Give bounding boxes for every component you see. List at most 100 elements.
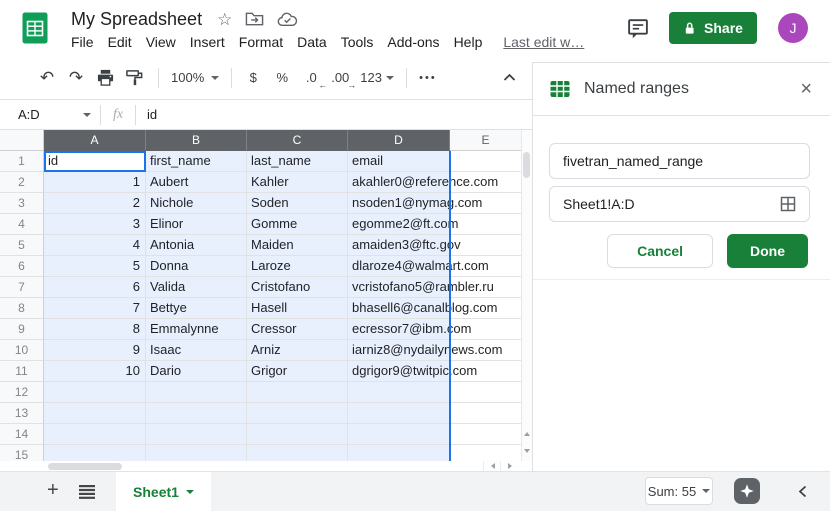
- format-percent-button[interactable]: %: [269, 65, 295, 91]
- sheets-logo-icon[interactable]: [22, 12, 48, 44]
- cell-C1[interactable]: last_name: [247, 151, 348, 172]
- horizontal-scrollbar-thumb[interactable]: [48, 463, 122, 470]
- cell-C6[interactable]: Laroze: [247, 256, 348, 277]
- row-header-11[interactable]: 11: [0, 361, 44, 382]
- select-data-range-icon[interactable]: [780, 196, 796, 212]
- document-title[interactable]: My Spreadsheet: [71, 9, 202, 30]
- range-ref-input[interactable]: Sheet1!A:D: [549, 186, 810, 222]
- increase-decimal-button[interactable]: .00 →: [327, 65, 353, 91]
- print-button[interactable]: [92, 65, 118, 91]
- column-header-A[interactable]: A: [44, 130, 146, 151]
- sheet-tab[interactable]: Sheet1: [115, 472, 212, 511]
- name-box[interactable]: A:D: [0, 107, 100, 122]
- cell-E13[interactable]: [450, 403, 522, 424]
- all-sheets-icon[interactable]: [79, 485, 95, 499]
- menu-format[interactable]: Format: [239, 34, 283, 50]
- cell-A14[interactable]: [44, 424, 146, 445]
- cell-E4[interactable]: [450, 214, 522, 235]
- cell-B10[interactable]: Isaac: [146, 340, 247, 361]
- cell-D6[interactable]: dlaroze4@walmart.com: [348, 256, 450, 277]
- collapse-panel-chevron[interactable]: [798, 485, 807, 498]
- paint-format-button[interactable]: [121, 65, 147, 91]
- cell-A12[interactable]: [44, 382, 146, 403]
- cell-D14[interactable]: [348, 424, 450, 445]
- select-all-corner[interactable]: [0, 130, 44, 151]
- scroll-left-button[interactable]: [483, 461, 501, 471]
- cell-E14[interactable]: [450, 424, 522, 445]
- move-folder-icon[interactable]: [245, 11, 264, 27]
- cell-D11[interactable]: dgrigor9@twitpic.com: [348, 361, 450, 382]
- column-header-C[interactable]: C: [247, 130, 348, 151]
- star-icon[interactable]: ☆: [217, 11, 232, 28]
- cell-C13[interactable]: [247, 403, 348, 424]
- cell-B8[interactable]: Bettye: [146, 298, 247, 319]
- menu-addons[interactable]: Add-ons: [387, 34, 439, 50]
- range-name-input[interactable]: fivetran_named_range: [549, 143, 810, 179]
- row-header-5[interactable]: 5: [0, 235, 44, 256]
- menu-insert[interactable]: Insert: [190, 34, 225, 50]
- cell-D7[interactable]: vcristofano5@rambler.ru: [348, 277, 450, 298]
- row-header-8[interactable]: 8: [0, 298, 44, 319]
- cell-B7[interactable]: Valida: [146, 277, 247, 298]
- cell-C11[interactable]: Grigor: [247, 361, 348, 382]
- row-header-9[interactable]: 9: [0, 319, 44, 340]
- sum-dropdown[interactable]: Sum: 55: [645, 477, 713, 505]
- cell-C10[interactable]: Arniz: [247, 340, 348, 361]
- cell-C8[interactable]: Hasell: [247, 298, 348, 319]
- comment-icon[interactable]: [626, 17, 650, 40]
- row-header-1[interactable]: 1: [0, 151, 44, 172]
- cell-A9[interactable]: 8: [44, 319, 146, 340]
- row-header-6[interactable]: 6: [0, 256, 44, 277]
- cell-D12[interactable]: [348, 382, 450, 403]
- cell-A13[interactable]: [44, 403, 146, 424]
- horizontal-scrollbar[interactable]: [0, 461, 532, 471]
- avatar[interactable]: J: [778, 13, 808, 43]
- cell-B6[interactable]: Donna: [146, 256, 247, 277]
- cell-C4[interactable]: Gomme: [247, 214, 348, 235]
- row-header-4[interactable]: 4: [0, 214, 44, 235]
- cell-C9[interactable]: Cressor: [247, 319, 348, 340]
- cell-B9[interactable]: Emmalynne: [146, 319, 247, 340]
- close-icon[interactable]: ×: [798, 77, 814, 101]
- cell-A11[interactable]: 10: [44, 361, 146, 382]
- row-header-12[interactable]: 12: [0, 382, 44, 403]
- number-format-button[interactable]: 123: [360, 70, 394, 85]
- cell-A4[interactable]: 3: [44, 214, 146, 235]
- column-header-D[interactable]: D: [348, 130, 450, 151]
- menu-tools[interactable]: Tools: [341, 34, 374, 50]
- cell-C5[interactable]: Maiden: [247, 235, 348, 256]
- cell-C2[interactable]: Kahler: [247, 172, 348, 193]
- done-button[interactable]: Done: [727, 234, 808, 268]
- cell-E12[interactable]: [450, 382, 522, 403]
- cell-D13[interactable]: [348, 403, 450, 424]
- scroll-up-button[interactable]: [522, 426, 532, 442]
- cell-C3[interactable]: Soden: [247, 193, 348, 214]
- scroll-right-button[interactable]: [500, 461, 518, 471]
- cell-A6[interactable]: 5: [44, 256, 146, 277]
- cell-C7[interactable]: Cristofano: [247, 277, 348, 298]
- cell-B2[interactable]: Aubert: [146, 172, 247, 193]
- vertical-scrollbar[interactable]: [521, 130, 532, 461]
- cell-D9[interactable]: ecressor7@ibm.com: [348, 319, 450, 340]
- menu-edit[interactable]: Edit: [108, 34, 132, 50]
- cell-E1[interactable]: [450, 151, 522, 172]
- last-edit-link[interactable]: Last edit w…: [503, 34, 584, 50]
- cell-B5[interactable]: Antonia: [146, 235, 247, 256]
- format-currency-button[interactable]: $: [240, 65, 266, 91]
- cell-A2[interactable]: 1: [44, 172, 146, 193]
- column-header-E[interactable]: E: [450, 130, 522, 151]
- more-toolbar-button[interactable]: •••: [415, 65, 441, 91]
- collapse-toolbar-button[interactable]: [503, 73, 516, 82]
- cell-A10[interactable]: 9: [44, 340, 146, 361]
- cell-B12[interactable]: [146, 382, 247, 403]
- scroll-down-button[interactable]: [522, 443, 532, 459]
- undo-button[interactable]: ↶: [34, 65, 60, 91]
- cell-B3[interactable]: Nichole: [146, 193, 247, 214]
- zoom-select[interactable]: 100%: [171, 70, 219, 85]
- cell-A5[interactable]: 4: [44, 235, 146, 256]
- cell-B11[interactable]: Dario: [146, 361, 247, 382]
- vertical-scrollbar-thumb[interactable]: [523, 152, 530, 178]
- cell-C14[interactable]: [247, 424, 348, 445]
- menu-data[interactable]: Data: [297, 34, 327, 50]
- share-button[interactable]: Share: [669, 12, 757, 44]
